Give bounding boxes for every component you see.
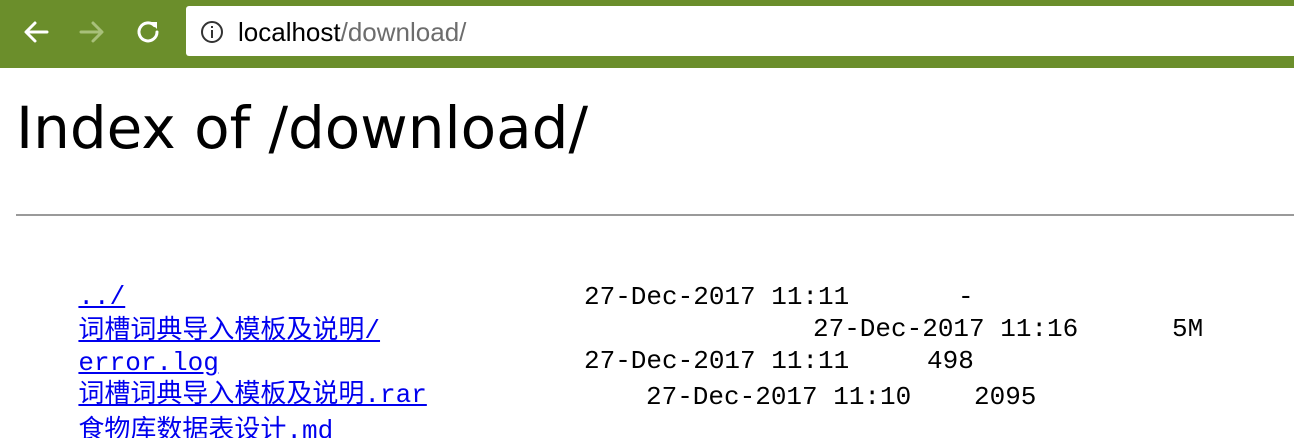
reload-button[interactable] xyxy=(130,14,166,50)
browser-toolbar: localhost/download/ xyxy=(0,0,1294,68)
file-date: 27-Dec-2017 11:11 xyxy=(584,282,850,312)
horizontal-rule xyxy=(16,214,1294,216)
list-item: ../ xyxy=(16,246,125,312)
arrow-right-icon xyxy=(79,21,104,43)
file-date: 27-Dec-2017 11:10 xyxy=(646,382,912,412)
file-size: - xyxy=(958,282,974,312)
file-date: 27-Dec-2017 11:16 xyxy=(813,314,1079,344)
list-item: 词槽词典导入模板及说明/ 27-Dec-2017 11:11 - xyxy=(16,280,973,346)
list-item: 食物库数据表设计.md 27-Dec-2017 11:10 2095 xyxy=(16,380,1036,438)
url-host: localhost xyxy=(238,17,341,47)
url-text[interactable]: localhost/download/ xyxy=(238,18,466,46)
file-size: 2095 xyxy=(974,382,1037,412)
reload-icon xyxy=(137,21,159,43)
url-path: /download/ xyxy=(340,17,467,47)
list-item: error.log 27-Dec-2017 11:16 5M xyxy=(16,312,1203,378)
file-size: 5M xyxy=(1172,314,1204,344)
list-item: 词槽词典导入模板及说明.rar 27-Dec-2017 11:11 498 xyxy=(16,344,973,410)
file-date: 27-Dec-2017 11:11 xyxy=(584,346,850,376)
back-button[interactable] xyxy=(18,14,54,50)
file-size: 498 xyxy=(927,346,974,376)
page-title: Index of /download/ xyxy=(16,94,588,162)
info-circle-icon[interactable] xyxy=(200,20,224,44)
address-bar[interactable]: localhost/download/ xyxy=(186,6,1294,56)
forward-button[interactable] xyxy=(74,14,110,50)
arrow-left-icon xyxy=(24,21,49,43)
file-link[interactable]: 食物库数据表设计.md xyxy=(78,416,333,438)
directory-listing: ../ 词槽词典导入模板及说明/ 27-Dec-2017 11:11 - err… xyxy=(16,246,1294,438)
